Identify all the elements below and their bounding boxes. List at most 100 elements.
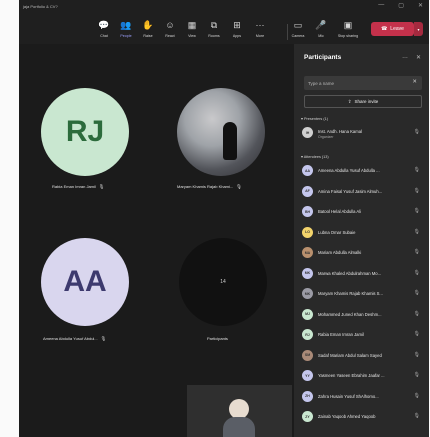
toolbar-rooms-button[interactable]: ⧉ Rooms <box>203 20 225 38</box>
title-bar: jaja Portfolio & CV? — ▢ ✕ <box>19 0 429 12</box>
participant-tile-name: Maryam Khamis Rajab Khami... 🎙 <box>177 184 242 189</box>
participant-tile-photo[interactable] <box>177 88 265 176</box>
view-icon: ▦ <box>187 20 197 30</box>
participant-name: Yasmeen Yaseen Ebrahim Jaafar ... <box>318 373 385 378</box>
participant-list-item[interactable]: ZH Zahra Husain Yusuf ShAlhomo... 🎙 <box>302 390 424 404</box>
participant-list-item[interactable]: AF Amina Faisal Yusuf Jasim Almuh... 🎙 <box>302 185 424 199</box>
participant-list-item[interactable]: MJ Mohammed Juned Khan Deshm... 🎙 <box>302 308 424 322</box>
raise-hand-icon: ✋ <box>142 20 154 30</box>
participant-search-input[interactable] <box>308 79 408 87</box>
participant-name: Amina Faisal Yusuf Jasim Almuh... <box>318 188 383 194</box>
rooms-icon: ⧉ <box>210 20 218 30</box>
mic-off-icon: 🎙 <box>413 372 420 378</box>
mic-off-icon: 🎙 <box>413 310 420 317</box>
clear-search-icon[interactable]: ✕ <box>412 79 417 85</box>
panel-controls: … ✕ <box>402 54 421 61</box>
toolbar-camera-button[interactable]: ▭ Camera <box>287 20 309 38</box>
toolbar-people-button[interactable]: 👥 People <box>115 20 137 38</box>
mic-off-icon: 🎙 <box>413 290 420 296</box>
mic-off-icon: 🎙 <box>236 184 242 189</box>
attendees-section-header[interactable]: ▾ Attendees (13) <box>301 154 329 159</box>
participant-list-item[interactable]: ZY Zainab Yaqoob Ahmed Yaqoob 🎙 <box>302 410 424 424</box>
participant-avatar: BH <box>302 206 313 217</box>
participant-name: Ameena Abdulla Yusuf Abdulla ... <box>318 168 380 173</box>
mic-off-icon: 🎙 <box>98 184 105 189</box>
mic-off-icon: 🎙 <box>413 249 420 255</box>
mic-off-icon: 🎙 <box>413 351 420 358</box>
participant-list-item[interactable]: MK Maryam Khamis Rajab Khamis S... 🎙 <box>302 287 424 301</box>
participant-avatar: MA <box>302 247 313 258</box>
participant-avatar: YY <box>302 370 313 381</box>
participant-name: Sadaf Mariam Abdul Salam Sayed <box>318 352 382 358</box>
participant-list-item[interactable]: MK Marwa Khaled Abdulrahman Mo... 🎙 <box>302 267 424 281</box>
close-icon[interactable]: ✕ <box>418 2 423 9</box>
participant-list-item[interactable]: IH Inst. Andh. Hana Kamal Organizer 🎙 <box>302 126 424 140</box>
toolbar-apps-button[interactable]: ⊞ Apps <box>226 20 248 38</box>
camera-icon: ▭ <box>293 20 303 30</box>
participant-name: Maryam Khamis Rajab Khamis S... <box>318 291 383 296</box>
mic-off-icon: 🎙 <box>413 228 420 235</box>
mic-icon: 🎙 <box>413 129 420 135</box>
participant-avatar: IH <box>302 127 313 138</box>
participant-name: Zahra Husain Yusuf ShAlhomo... <box>318 393 379 399</box>
mic-off-icon: 🎙 <box>413 167 420 173</box>
chat-icon: 💬 <box>98 20 110 30</box>
more-icon: ··· <box>255 20 265 30</box>
people-icon: 👥 <box>120 20 132 30</box>
more-participants-tile[interactable]: 14 <box>179 238 267 326</box>
participant-name: Marwa Khaled Abdulrahman Mo... <box>318 270 382 276</box>
leave-button[interactable]: ☎ Leave <box>371 22 414 36</box>
mic-off-icon: 🎙 <box>413 187 420 194</box>
toolbar-stop-sharing-button[interactable]: ▣ Stop sharing <box>337 20 359 38</box>
mic-icon: 🎤 <box>315 20 327 30</box>
presenters-section-header[interactable]: ▾ Presenters (1) <box>301 116 328 121</box>
react-icon: ☺ <box>165 20 175 30</box>
toolbar-more-button[interactable]: ··· More <box>249 20 271 38</box>
participant-avatar: AF <box>302 185 313 197</box>
participant-list-item[interactable]: RJ Rabia Eman Imran Jamil 🎙 <box>302 328 424 342</box>
mic-off-icon: 🎙 <box>100 336 107 341</box>
toolbar-raise-button[interactable]: ✋ Raise <box>137 20 159 38</box>
window-controls: — ▢ ✕ <box>378 2 423 9</box>
self-view-video[interactable] <box>187 385 292 437</box>
mic-off-icon: 🎙 <box>413 413 420 419</box>
meeting-window: jaja Portfolio & CV? — ▢ ✕ 💬 Chat 👥 People… <box>19 0 429 437</box>
mic-off-icon: 🎙 <box>413 331 420 337</box>
toolbar-chat-button[interactable]: 💬 Chat <box>93 20 115 38</box>
participant-list-item[interactable]: BH Batool Helal Abdulla Ali 🎙 <box>302 205 424 219</box>
participant-list-item[interactable]: YY Yasmeen Yaseen Ebrahim Jaafar ... 🎙 <box>302 369 424 383</box>
participant-name: Rabia Eman Imran Jamil <box>318 332 364 337</box>
leave-options-button[interactable]: ▾ <box>414 22 423 36</box>
participant-name: Lubna Omar Subaie <box>318 229 356 235</box>
mic-off-icon: 🎙 <box>413 392 420 399</box>
toolbar-react-button[interactable]: ☺ React <box>159 20 181 38</box>
close-panel-icon[interactable]: ✕ <box>416 54 421 61</box>
maximize-icon[interactable]: ▢ <box>398 2 404 9</box>
participant-list-item[interactable]: SM Sadaf Mariam Abdul Salam Sayed 🎙 <box>302 349 424 363</box>
participant-tile-avatar[interactable]: RJ <box>41 88 129 176</box>
mic-off-icon: 🎙 <box>413 269 420 276</box>
minimize-icon[interactable]: — <box>378 2 384 9</box>
participant-avatar: SM <box>302 349 313 361</box>
more-options-icon[interactable]: … <box>402 54 408 61</box>
share-icon: ⇪ <box>347 98 352 104</box>
apps-icon: ⊞ <box>233 20 241 30</box>
phone-icon: ☎ <box>381 26 388 32</box>
meeting-toolbar: 💬 Chat 👥 People ✋ Raise ☺ React ▦ View ⧉ Rooms… <box>19 14 429 44</box>
participant-list-item[interactable]: MA Mariam Abdulla Almalki 🎙 <box>302 246 424 260</box>
participant-avatar: MK <box>302 267 313 279</box>
participant-name: Mohammed Juned Khan Deshm... <box>318 311 382 317</box>
participant-avatar: MK <box>302 288 313 299</box>
participant-avatar: AA <box>302 165 313 176</box>
toolbar-mic-button[interactable]: 🎤 Mic <box>310 20 332 38</box>
share-invite-button[interactable]: ⇪ Share invite <box>304 95 422 108</box>
chevron-down-icon: ▾ <box>417 26 420 32</box>
participant-list-item[interactable]: AA Ameena Abdulla Yusuf Abdulla ... 🎙 <box>302 164 424 178</box>
participant-avatar: MJ <box>302 308 313 320</box>
self-view-body <box>223 417 255 437</box>
participant-avatar: ZH <box>302 390 313 402</box>
participant-list-item[interactable]: LO Lubna Omar Subaie 🎙 <box>302 226 424 240</box>
participant-tile-avatar[interactable]: AA <box>41 238 129 326</box>
toolbar-view-button[interactable]: ▦ View <box>181 20 203 38</box>
participant-avatar: RJ <box>302 329 313 340</box>
